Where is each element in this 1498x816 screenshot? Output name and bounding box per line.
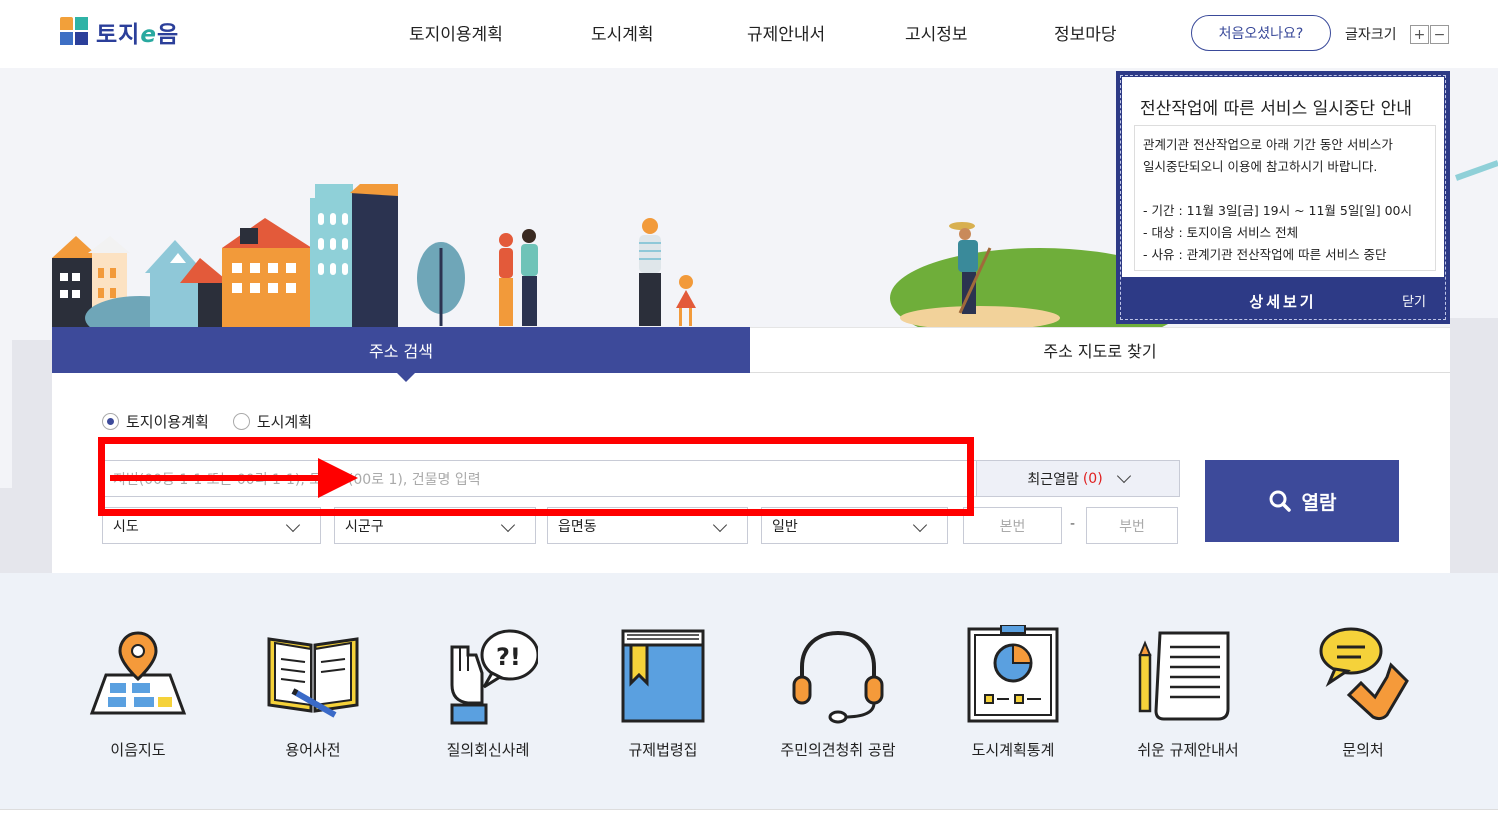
quick-label: 쉬운 규제안내서 (1137, 741, 1239, 759)
background-building (1450, 318, 1498, 573)
quick-label: 용어사전 (285, 741, 341, 759)
notice-line: 일시중단되오니 이용에 참고하시기 바랍니다. (1143, 159, 1378, 174)
sigungu-select-value: 시군구 (345, 518, 384, 535)
document-pencil-icon (1138, 631, 1230, 721)
land-type-select[interactable]: 일반 (761, 507, 948, 544)
quick-item-city-plan-stats[interactable]: 도시계획통계 (925, 573, 1101, 809)
number-separator: - (1070, 516, 1076, 532)
quick-item-contact[interactable]: 문의처 (1275, 573, 1451, 809)
chevron-down-icon (500, 517, 516, 533)
sido-select[interactable]: 시도 (102, 507, 321, 544)
radio-label-land-use-plan[interactable]: 토지이용계획 (126, 411, 209, 432)
pie-chart-board-icon (967, 625, 1059, 723)
notice-line: 관계기관 전산작업으로 아래 기간 동안 서비스가 (1143, 137, 1393, 152)
svg-text:?!: ?! (496, 643, 521, 671)
recent-count: (0) (1082, 470, 1103, 487)
eupmyeondong-select-value: 읍면동 (558, 518, 597, 535)
quick-label: 주민의견청취 공람 (780, 741, 896, 759)
notice-content: 전산작업에 따른 서비스 일시중단 안내 관계기관 전산작업으로 아래 기간 동… (1122, 77, 1444, 277)
search-panel: 주소 검색 주소 지도로 찾기 토지이용계획 도시계획 지번(00동 1-1 또… (52, 327, 1450, 573)
recent-view-dropdown[interactable]: 최근열람 (0) (976, 460, 1180, 497)
eupmyeondong-select[interactable]: 읍면동 (547, 507, 748, 544)
nav-regulation-guide[interactable]: 규제안내서 (747, 20, 825, 45)
chevron-down-icon (285, 517, 301, 533)
chevron-down-icon (912, 517, 928, 533)
first-visit-button[interactable]: 처음오셨나요? (1191, 15, 1331, 51)
view-button-label: 열람 (1301, 491, 1337, 514)
quick-item-easy-guide[interactable]: 쉬운 규제안내서 (1100, 573, 1276, 809)
font-increase-button[interactable]: + (1410, 25, 1429, 44)
notice-target: - 대상 : 토지이음 서비스 전체 (1143, 225, 1299, 240)
chevron-down-icon (712, 517, 728, 533)
quick-label: 규제법령집 (628, 741, 698, 759)
quick-label: 질의회신사례 (446, 741, 530, 759)
open-book-icon (267, 637, 359, 718)
sigungu-select[interactable]: 시군구 (334, 507, 536, 544)
radio-city-plan[interactable] (232, 413, 250, 430)
hand-question-icon: ?! (450, 629, 538, 725)
plan-type-radio-group: 토지이용계획 도시계획 (102, 411, 336, 432)
site-logo[interactable]: 토지e음 (60, 16, 179, 48)
font-size-label: 글자크기 (1345, 27, 1397, 43)
nav-land-use-plan[interactable]: 토지이용계획 (409, 20, 503, 45)
quick-menu: 이음지도 용어사전 ?! 질의회신사례 규제법령집 주민의견청취 공람 도시계획… (0, 573, 1498, 809)
address-search-input[interactable]: 지번(00동 1-1 또는 00리 1-1), 도로명(00로 1), 건물명 … (104, 460, 1015, 497)
notice-detail-button[interactable]: 상세보기 (1116, 291, 1450, 312)
footer-divider (0, 809, 1498, 810)
quick-item-map[interactable]: 이음지도 (50, 573, 226, 809)
quick-label: 도시계획통계 (971, 741, 1055, 759)
quick-item-qa-cases[interactable]: ?! 질의회신사례 (400, 573, 576, 809)
background-building (0, 488, 20, 573)
map-pin-icon (89, 631, 187, 715)
nav-info-yard[interactable]: 정보마당 (1054, 20, 1117, 45)
tab-address-search[interactable]: 주소 검색 (52, 327, 750, 382)
recent-label: 최근열람 (1027, 471, 1079, 488)
headset-icon (792, 630, 884, 724)
sub-number-input[interactable]: 부번 (1086, 507, 1178, 544)
notice-close-button[interactable]: 닫기 (1402, 291, 1426, 310)
quick-item-public-hearing[interactable]: 주민의견청취 공람 (750, 573, 926, 809)
notice-title: 전산작업에 따른 서비스 일시중단 안내 (1140, 99, 1412, 119)
sido-select-value: 시도 (113, 518, 139, 535)
font-decrease-button[interactable]: − (1430, 25, 1449, 44)
logo-text: 토지e음 (96, 22, 180, 48)
notice-reason: - 사유 : 관계기관 전산작업에 따른 서비스 중단 (1143, 247, 1387, 262)
chevron-down-icon (1116, 468, 1131, 484)
site-header: 토지e음 토지이용계획 도시계획 규제안내서 고시정보 정보마당 처음오셨나요?… (0, 0, 1498, 68)
view-button[interactable]: 열람 (1205, 460, 1399, 542)
nav-notice-info[interactable]: 고시정보 (905, 20, 968, 45)
quick-item-dictionary[interactable]: 용어사전 (225, 573, 401, 809)
land-type-select-value: 일반 (772, 518, 798, 535)
phone-chat-icon (1319, 627, 1409, 721)
notice-period: - 기간 : 11월 3일[금] 19시 ~ 11월 5일[일] 00시 (1143, 203, 1412, 218)
law-book-icon (621, 629, 705, 723)
service-notice-popup: 전산작업에 따른 서비스 일시중단 안내 관계기관 전산작업으로 아래 기간 동… (1116, 71, 1450, 324)
logo-mark-icon (60, 17, 90, 47)
quick-item-law-collection[interactable]: 규제법령집 (575, 573, 751, 809)
radio-land-use-plan[interactable] (102, 413, 119, 430)
quick-label: 이음지도 (110, 741, 166, 759)
radio-label-city-plan[interactable]: 도시계획 (257, 411, 312, 432)
search-icon (1269, 490, 1291, 512)
tab-address-map[interactable]: 주소 지도로 찾기 (750, 327, 1450, 373)
quick-label: 문의처 (1342, 741, 1384, 759)
notice-body: 관계기관 전산작업으로 아래 기간 동안 서비스가 일시중단되오니 이용에 참고… (1134, 125, 1436, 271)
nav-city-plan[interactable]: 도시계획 (591, 20, 654, 45)
main-number-input[interactable]: 본번 (963, 507, 1062, 544)
